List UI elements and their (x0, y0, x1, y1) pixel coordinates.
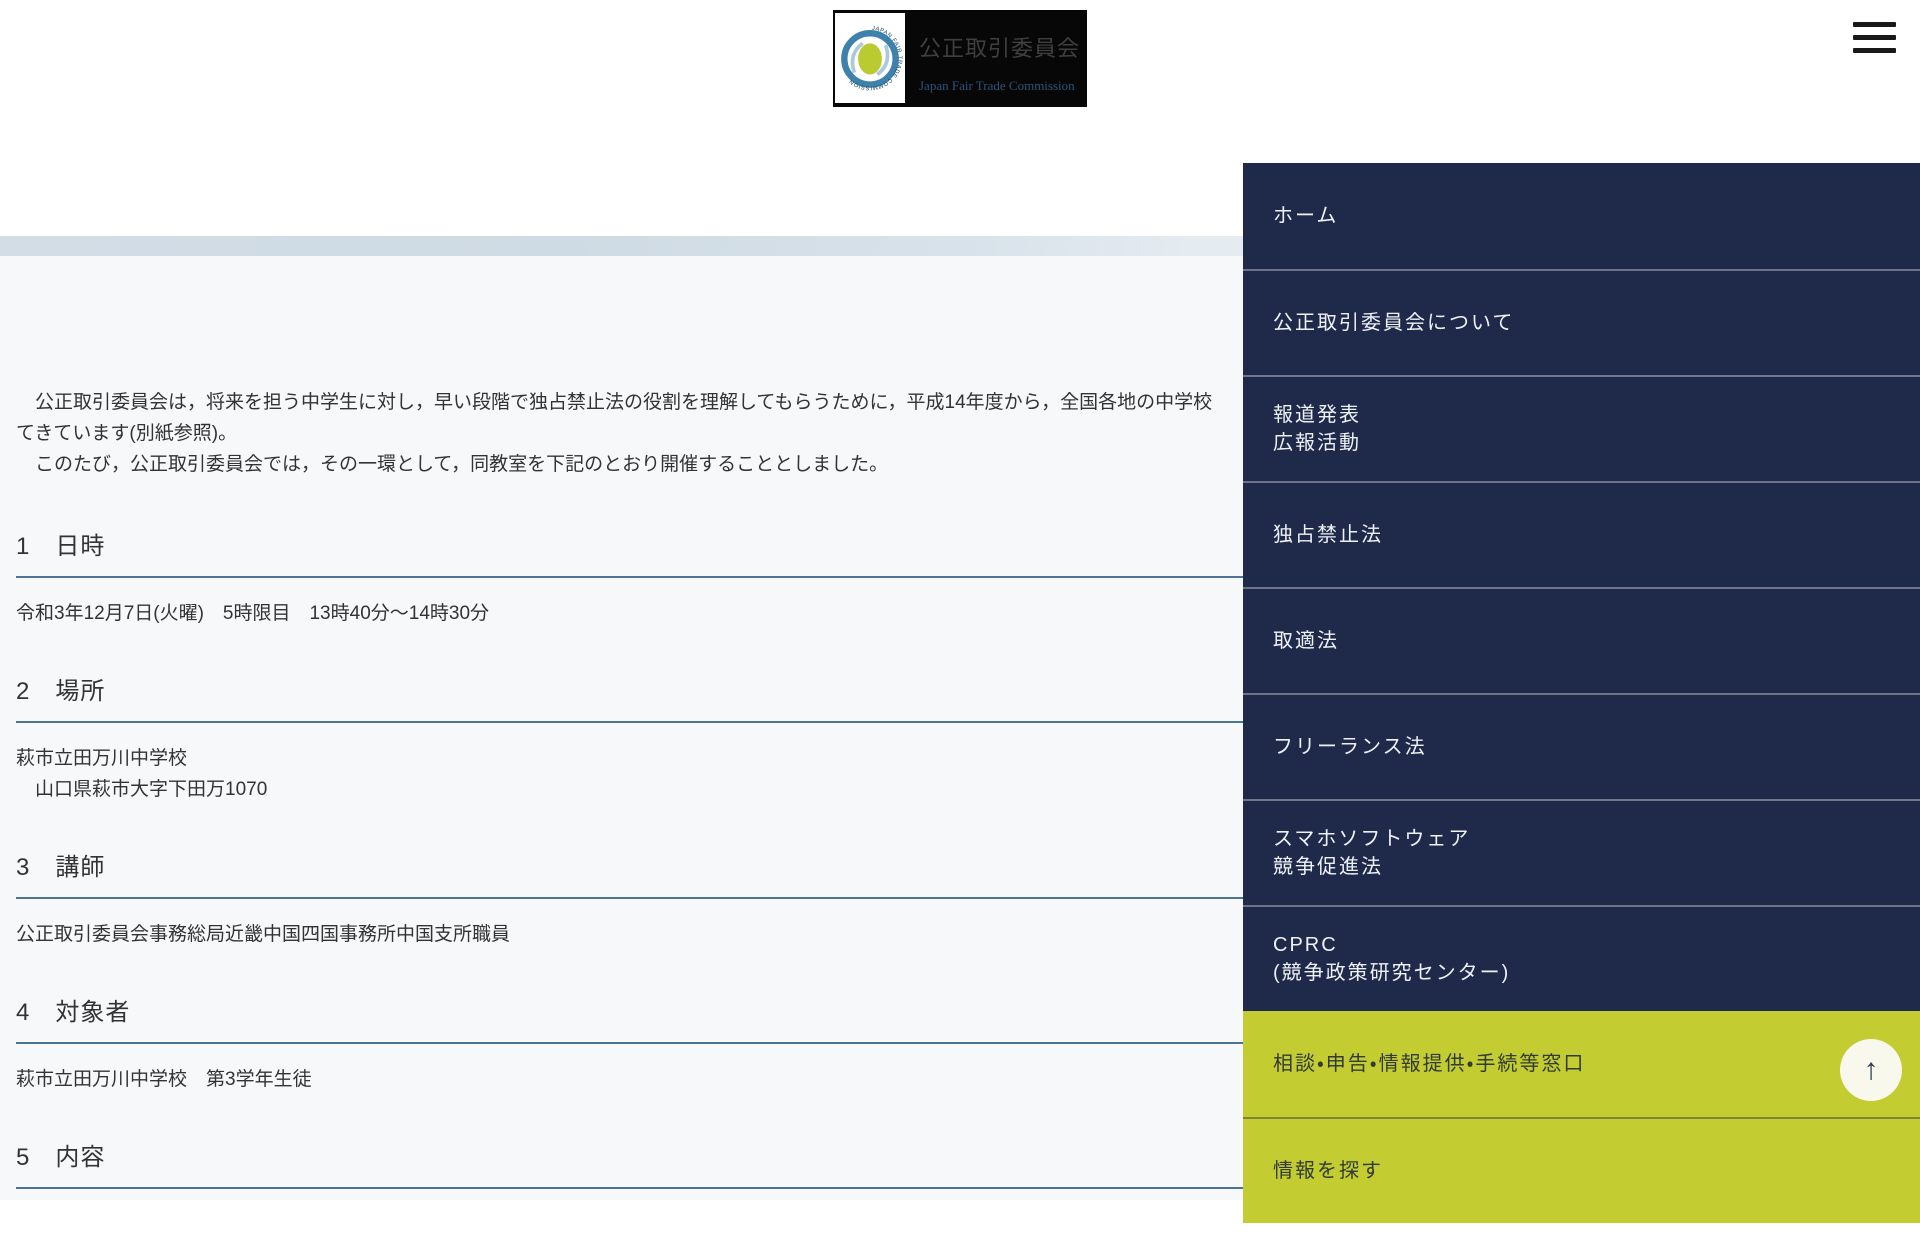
jftc-seal-icon: JAPAN FAIR TRADE COMMISSION (835, 13, 905, 103)
menu-item-home[interactable]: ホーム (1243, 163, 1920, 269)
nav-menu-panel: ホーム公正取引委員会について報道発表広報活動独占禁止法取適法フリーランス法スマホ… (1243, 163, 1920, 1200)
site-logo[interactable]: JAPAN FAIR TRADE COMMISSION 公正取引委員会 Japa… (833, 10, 1087, 107)
menu-item-about-jftc[interactable]: 公正取引委員会について (1243, 269, 1920, 375)
menu-item-label: 報道発表広報活動 (1273, 401, 1361, 457)
logo-title-jp: 公正取引委員会 (919, 34, 1083, 64)
menu-item-label: 独占禁止法 (1273, 521, 1383, 549)
arrow-up-icon: ↑ (1864, 1053, 1879, 1087)
menu-item-freelance-act[interactable]: フリーランス法 (1243, 693, 1920, 799)
menu-item-label: 公正取引委員会について (1273, 309, 1514, 337)
menu-item-consultation-windows[interactable]: 相談・申告・情報提供・手続等窓口 (1243, 1011, 1920, 1117)
menu-item-press-publicity[interactable]: 報道発表広報活動 (1243, 375, 1920, 481)
menu-item-label: 取適法 (1273, 627, 1339, 655)
scroll-to-top-button[interactable]: ↑ (1840, 1039, 1902, 1101)
menu-item-smartphone-software-act[interactable]: スマホソフトウェア競争促進法 (1243, 799, 1920, 905)
menu-item-label: CPRC(競争政策研究センター) (1273, 931, 1510, 987)
menu-item-label: 情報を探す (1273, 1157, 1383, 1185)
menu-item-label: フリーランス法 (1273, 733, 1427, 761)
menu-item-search-information[interactable]: 情報を探す (1243, 1117, 1920, 1223)
logo-subtitle-en: Japan Fair Trade Commission (919, 78, 1087, 94)
menu-item-subcontract-act[interactable]: 取適法 (1243, 587, 1920, 693)
menu-item-label: スマホソフトウェア競争促進法 (1273, 825, 1470, 881)
menu-item-antimonopoly-act[interactable]: 独占禁止法 (1243, 481, 1920, 587)
hamburger-menu-icon[interactable] (1853, 22, 1896, 53)
menu-item-label: 相談・申告・情報提供・手続等窓口 (1273, 1050, 1585, 1078)
menu-item-label: ホーム (1273, 202, 1338, 230)
menu-item-cprc[interactable]: CPRC(競争政策研究センター) (1243, 905, 1920, 1011)
